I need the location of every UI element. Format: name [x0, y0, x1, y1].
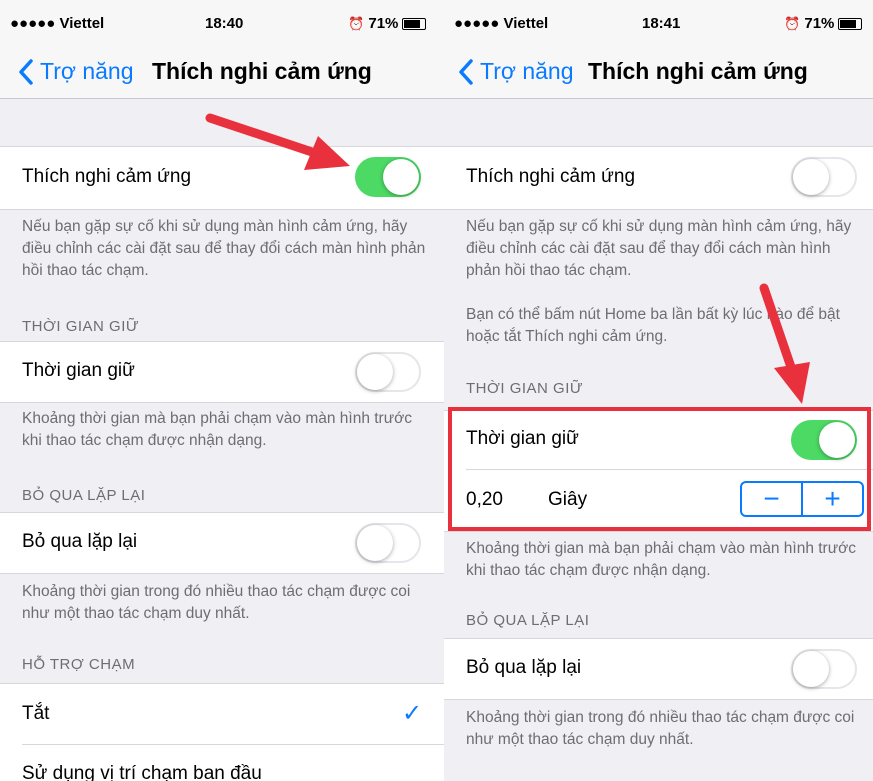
back-button[interactable]: Trợ năng — [18, 58, 134, 85]
annotation-highlight-box — [448, 407, 871, 531]
page-title: Thích nghi cảm ứng — [152, 58, 372, 84]
navigation-bar: Trợ năng Thích nghi cảm ứng — [0, 46, 444, 99]
alarm-icon: ⏰ — [784, 16, 801, 31]
tap-assistance-off-label: Tắt — [22, 703, 50, 724]
tap-assistance-off-option[interactable]: Tắt ✓ — [22, 684, 444, 745]
status-bar: ●●●●● Viettel 18:41 ⏰ 71% — [444, 0, 873, 46]
touch-accommodations-footer: Nếu bạn gặp sự cố khi sử dụng màn hình c… — [466, 218, 852, 279]
back-button[interactable]: Trợ năng — [458, 58, 574, 85]
hold-duration-header: THỜI GIAN GIỮ — [466, 380, 584, 397]
ignore-repeat-switch[interactable] — [791, 649, 857, 689]
battery-status: ⏰ 71% — [784, 15, 863, 32]
annotation-arrow-icon — [205, 113, 350, 170]
battery-status: ⏰ 71% — [348, 15, 427, 32]
navigation-bar: Trợ năng Thích nghi cảm ứng — [444, 46, 873, 99]
ignore-repeat-row: Bỏ qua lặp lại — [444, 638, 873, 700]
alarm-icon: ⏰ — [348, 16, 365, 31]
ignore-repeat-label: Bỏ qua lặp lại — [466, 657, 582, 678]
hold-duration-label: Thời gian giữ — [22, 360, 135, 381]
use-initial-touch-option[interactable]: Sử dụng vị trí chạm ban đầu — [22, 746, 444, 781]
battery-percent: 71% — [368, 15, 399, 32]
carrier-label: ●●●●● Viettel — [10, 15, 105, 32]
ignore-repeat-row: Bỏ qua lặp lại — [0, 512, 444, 574]
battery-icon — [402, 18, 427, 31]
clock: 18:41 — [642, 15, 681, 32]
ignore-repeat-label: Bỏ qua lặp lại — [22, 531, 138, 552]
battery-percent: 71% — [804, 15, 835, 32]
hold-duration-row: Thời gian giữ — [0, 341, 444, 403]
checkmark-icon: ✓ — [402, 700, 423, 727]
touch-accommodations-switch[interactable] — [355, 157, 421, 197]
hold-duration-switch[interactable] — [355, 352, 421, 392]
tap-assistance-list: Tắt ✓ Sử dụng vị trí chạm ban đầu — [0, 683, 444, 781]
touch-accommodations-row: Thích nghi cảm ứng — [444, 146, 873, 210]
ignore-repeat-header: BỎ QUA LẶP LẠI — [22, 487, 146, 504]
ignore-repeat-switch[interactable] — [355, 523, 421, 563]
touch-accommodations-switch[interactable] — [791, 157, 857, 197]
battery-icon — [838, 18, 863, 31]
back-label: Trợ năng — [480, 58, 574, 84]
hold-duration-footer: Khoảng thời gian mà bạn phải chạm vào mà… — [22, 410, 413, 449]
left-screen: ●●●●● Viettel 18:40 ⏰ 71% Trợ năng Thích… — [0, 0, 444, 781]
clock: 18:40 — [205, 15, 244, 32]
touch-accommodations-label: Thích nghi cảm ứng — [22, 166, 192, 187]
status-bar: ●●●●● Viettel 18:40 ⏰ 71% — [0, 0, 444, 46]
back-label: Trợ năng — [40, 58, 134, 84]
use-initial-touch-label: Sử dụng vị trí chạm ban đầu — [22, 763, 262, 781]
tap-assistance-header: HỖ TRỢ CHẠM — [22, 656, 136, 673]
carrier-label: ●●●●● Viettel — [454, 15, 549, 32]
chevron-left-icon — [19, 58, 33, 85]
page-title: Thích nghi cảm ứng — [588, 58, 808, 84]
ignore-repeat-footer: Khoảng thời gian trong đó nhiều thao tác… — [22, 583, 411, 622]
ignore-repeat-footer: Khoảng thời gian trong đó nhiều thao tác… — [466, 709, 855, 748]
right-screen: ●●●●● Viettel 18:41 ⏰ 71% Trợ năng Thích… — [444, 0, 873, 781]
touch-accommodations-footer: Nếu bạn gặp sự cố khi sử dụng màn hình c… — [22, 218, 426, 279]
chevron-left-icon — [459, 58, 473, 85]
ignore-repeat-header: BỎ QUA LẶP LẠI — [466, 612, 590, 629]
hold-duration-footer: Khoảng thời gian mà bạn phải chạm vào mà… — [466, 540, 857, 579]
touch-accommodations-label: Thích nghi cảm ứng — [466, 166, 636, 187]
hold-duration-header: THỜI GIAN GIỮ — [22, 318, 140, 335]
annotation-arrow-icon — [759, 283, 810, 404]
